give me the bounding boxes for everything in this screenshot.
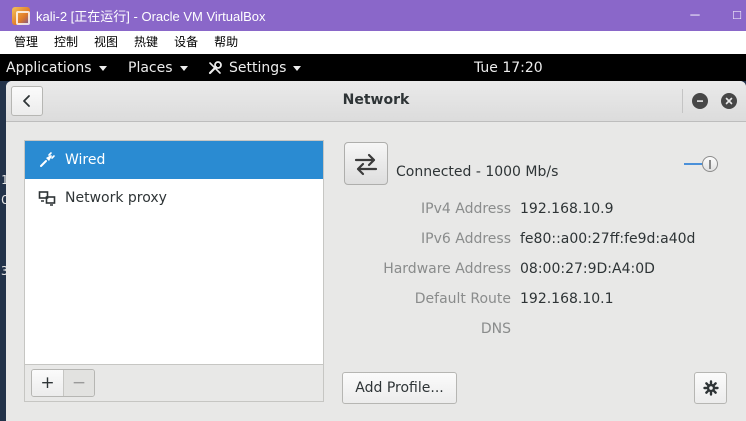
default-route-value: 192.168.10.1 <box>520 291 614 307</box>
add-profile-button[interactable]: Add Profile... <box>342 372 457 404</box>
header-bar: Network <box>6 81 746 122</box>
menu-control[interactable]: 控制 <box>48 31 84 54</box>
virtualbox-logo-icon <box>12 6 30 25</box>
add-connection-button[interactable]: + <box>32 370 63 396</box>
network-proxy-icon <box>38 189 56 207</box>
applications-menu[interactable]: Applications <box>6 54 107 81</box>
maximize-window-icon[interactable]: □ <box>728 7 746 22</box>
connection-type-icon <box>344 142 388 185</box>
ipv4-row: IPv4 Address 192.168.10.9 <box>344 201 744 223</box>
connection-status: Connected - 1000 Mb/s <box>396 164 559 180</box>
chevron-down-icon <box>293 66 302 71</box>
places-label: Places <box>128 59 173 76</box>
settings-window: Network Wired Network proxy + − Connecte… <box>6 81 746 421</box>
minimize-icon <box>697 100 703 102</box>
sidebar-item-label: Network proxy <box>65 190 167 206</box>
ipv6-row: IPv6 Address fe80::a00:27ff:fe9d:a40d <box>344 231 744 253</box>
ipv4-label: IPv4 Address <box>421 201 511 217</box>
hardware-address-row: Hardware Address 08:00:27:9D:A4:0D <box>344 261 744 283</box>
dns-label: DNS <box>480 321 511 337</box>
ipv6-value: fe80::a00:27ff:fe9d:a40d <box>520 231 696 247</box>
sidebar-item-network-proxy[interactable]: Network proxy <box>25 179 323 217</box>
sidebar-item-wired[interactable]: Wired <box>25 141 323 179</box>
tools-icon <box>208 60 222 74</box>
menu-devices[interactable]: 设备 <box>168 31 204 54</box>
default-route-label: Default Route <box>414 291 511 307</box>
add-remove-group: + − <box>31 369 95 397</box>
header-separator <box>682 89 683 113</box>
vbox-menu-bar: 管理 控制 视图 热键 设备 帮助 <box>0 31 746 54</box>
minimize-window-icon[interactable]: ─ <box>686 7 704 22</box>
menu-help[interactable]: 帮助 <box>208 31 244 54</box>
dns-row: DNS <box>344 321 744 343</box>
gear-icon <box>702 380 719 396</box>
menu-manage[interactable]: 管理 <box>8 31 44 54</box>
device-list: Wired Network proxy <box>24 140 324 402</box>
ipv6-label: IPv6 Address <box>421 231 511 247</box>
transfer-arrows-icon <box>354 153 378 175</box>
chevron-down-icon <box>98 66 107 71</box>
wired-toggle-switch[interactable] <box>684 155 720 173</box>
sidebar-item-label: Wired <box>65 152 106 168</box>
vbox-window-title: kali-2 [正在运行] - Oracle VM VirtualBox <box>36 9 266 24</box>
toggle-knob[interactable] <box>702 156 718 172</box>
close-button[interactable] <box>721 93 737 109</box>
remove-connection-button[interactable]: − <box>63 370 94 396</box>
places-menu[interactable]: Places <box>128 54 188 81</box>
minimize-button[interactable] <box>692 93 708 109</box>
applications-label: Applications <box>6 59 92 76</box>
clock[interactable]: Tue 17:20 <box>474 54 543 81</box>
vbox-title-bar: kali-2 [正在运行] - Oracle VM VirtualBox ─ □ <box>0 0 746 31</box>
chevron-down-icon <box>179 66 188 71</box>
default-route-row: Default Route 192.168.10.1 <box>344 291 744 313</box>
menu-hotkeys[interactable]: 热键 <box>128 31 164 54</box>
hardware-address-value: 08:00:27:9D:A4:0D <box>520 261 655 277</box>
settings-menu[interactable]: Settings <box>207 54 302 81</box>
gnome-top-bar: Applications Places Settings Tue 17:20 <box>0 54 746 81</box>
menu-view[interactable]: 视图 <box>88 31 124 54</box>
hardware-address-label: Hardware Address <box>383 261 511 277</box>
settings-label: Settings <box>229 59 287 76</box>
wired-plug-icon <box>38 151 56 169</box>
page-title: Network <box>342 92 410 108</box>
ipv4-value: 192.168.10.9 <box>520 201 614 217</box>
connection-options-button[interactable] <box>694 372 727 404</box>
close-icon <box>725 97 733 105</box>
screen: kali-2 [正在运行] - Oracle VM VirtualBox ─ □… <box>0 0 746 421</box>
list-toolbar: + − <box>24 364 324 402</box>
